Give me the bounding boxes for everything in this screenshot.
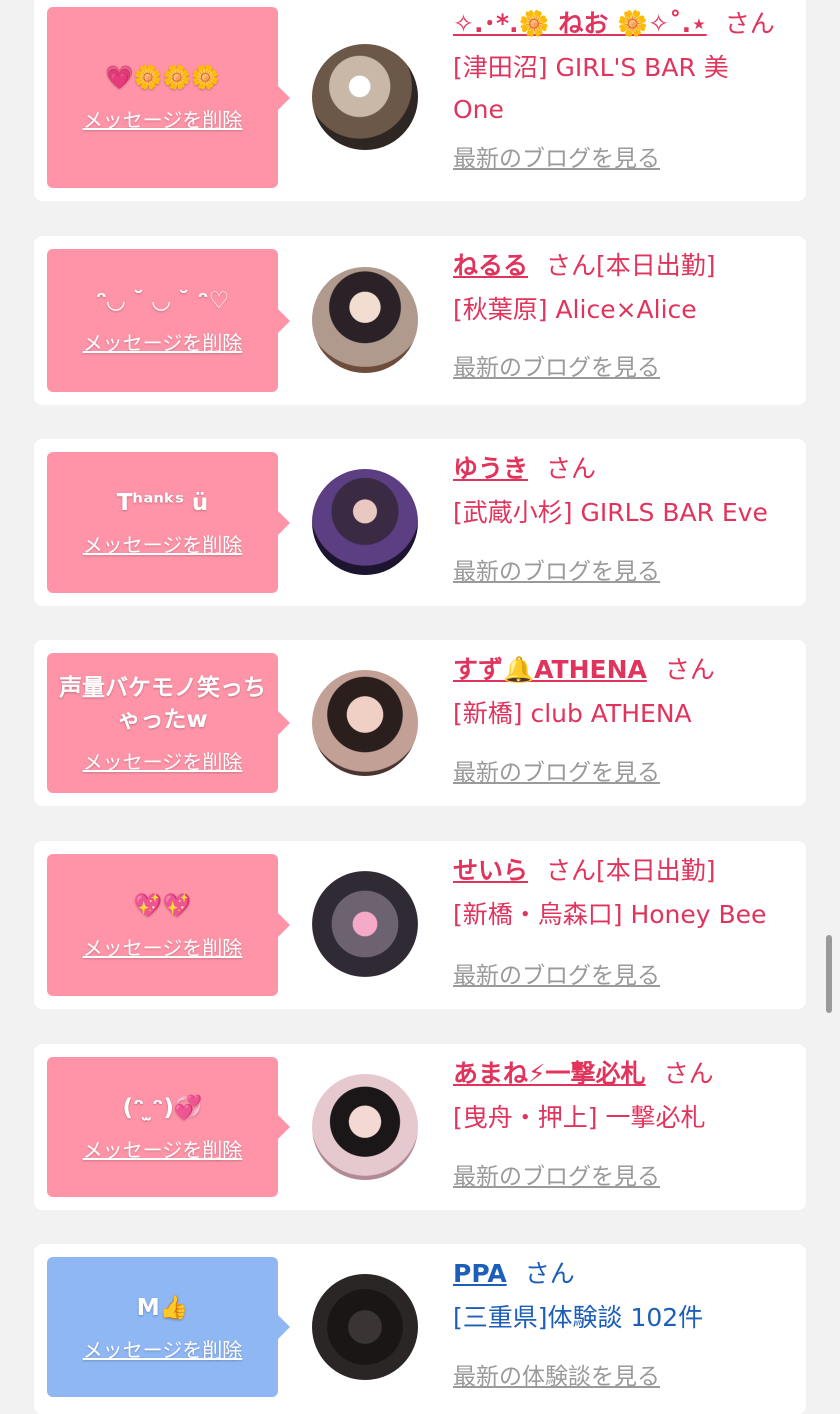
message-card: M👍 メッセージを削除 PPA さん [三重県]体験談 102件最新の体験談を見る bbox=[34, 1244, 806, 1414]
honorific-suffix: さん bbox=[663, 1059, 714, 1088]
message-text: Tʰᵃⁿᵏˢ ü bbox=[116, 490, 209, 516]
profile-name-link[interactable]: ねるる bbox=[453, 251, 528, 280]
attendance-status: [本日出勤] bbox=[596, 251, 716, 280]
avatar[interactable] bbox=[312, 670, 418, 776]
message-text: ᵔ◡ ˘ ◡ ˘ ᵔ♡ bbox=[95, 288, 230, 314]
shop-name: [武蔵小杉] GIRLS BAR Eve bbox=[453, 498, 768, 527]
name-row: ゆうき さん bbox=[453, 452, 798, 486]
delete-message-link[interactable]: メッセージを削除 bbox=[83, 104, 243, 133]
avatar-photo bbox=[312, 469, 418, 575]
name-row: あまね⚡一撃必札 さん bbox=[453, 1057, 798, 1091]
message-card: 声量バケモノ笑っちゃったw メッセージを削除 すず🔔ATHENA さん [新橋] clu… bbox=[34, 640, 806, 806]
name-row: せいら さん[本日出勤] bbox=[453, 854, 798, 888]
name-row: PPA さん bbox=[453, 1257, 798, 1291]
name-row: すず🔔ATHENA さん bbox=[453, 653, 798, 687]
honorific-suffix: さん bbox=[664, 655, 715, 684]
profile-info: せいら さん[本日出勤] [新橋・烏森口] Honey Bee 最新のブログを見る bbox=[453, 854, 798, 1002]
delete-message-link[interactable]: メッセージを削除 bbox=[83, 746, 243, 775]
message-bubble: 💗🌼🌼🌼 メッセージを削除 bbox=[47, 7, 290, 188]
message-text: 💗🌼🌼🌼 bbox=[105, 65, 220, 91]
delete-message-link[interactable]: メッセージを削除 bbox=[83, 1334, 243, 1363]
message-card: Tʰᵃⁿᵏˢ ü メッセージを削除 ゆうき さん [武蔵小杉] GIRLS BAR Ev… bbox=[34, 439, 806, 606]
shop-name: [秋葉原] Alice×Alice bbox=[453, 295, 697, 324]
profile-name-link[interactable]: ゆうき bbox=[453, 454, 528, 483]
message-bubble: Tʰᵃⁿᵏˢ ü メッセージを削除 bbox=[47, 452, 290, 593]
message-card: (ᵔ ̫ᵔ)💞 メッセージを削除 あまね⚡一撃必札 さん [曳舟・押上] 一撃必札最新の… bbox=[34, 1044, 806, 1210]
message-bubble: 声量バケモノ笑っちゃったw メッセージを削除 bbox=[47, 653, 290, 793]
message-bubble: ᵔ◡ ˘ ◡ ˘ ᵔ♡ メッセージを削除 bbox=[47, 249, 290, 392]
shop-name: [新橋] club ATHENA bbox=[453, 699, 692, 728]
profile-info: あまね⚡一撃必札 さん [曳舟・押上] 一撃必札最新のブログを見る bbox=[453, 1057, 798, 1203]
latest-blog-link[interactable]: 最新のブログを見る bbox=[453, 348, 660, 382]
message-bubble: (ᵔ ̫ᵔ)💞 メッセージを削除 bbox=[47, 1057, 290, 1197]
avatar-photo bbox=[312, 1274, 418, 1380]
delete-message-link[interactable]: メッセージを削除 bbox=[83, 529, 243, 558]
message-text: M👍 bbox=[136, 1294, 189, 1321]
shop-name: [津田沼] GIRL'S BAR 美One bbox=[453, 53, 729, 124]
profile-info: すず🔔ATHENA さん [新橋] club ATHENA 最新のブログを見る bbox=[453, 653, 798, 799]
profile-name-link[interactable]: ✧.･*.🌼 ねお 🌼✧˚.⋆ bbox=[453, 9, 707, 38]
avatar[interactable] bbox=[312, 469, 418, 575]
honorific-suffix: さん bbox=[546, 454, 597, 483]
message-card: 💗🌼🌼🌼 メッセージを削除 ✧.･*.🌼 ねお 🌼✧˚.⋆ さん [津田沼] GIRL'… bbox=[34, 0, 806, 201]
delete-message-link[interactable]: メッセージを削除 bbox=[83, 1134, 243, 1163]
avatar-photo bbox=[312, 871, 418, 977]
shop-name: [曳舟・押上] 一撃必札 bbox=[453, 1103, 706, 1132]
profile-info: ねるる さん[本日出勤] [秋葉原] Alice×Alice 最新のブログを見る bbox=[453, 249, 798, 398]
latest-blog-link[interactable]: 最新のブログを見る bbox=[453, 956, 660, 990]
honorific-suffix: さん bbox=[546, 251, 597, 280]
avatar[interactable] bbox=[312, 1274, 418, 1380]
profile-name-link[interactable]: せいら bbox=[453, 856, 528, 885]
message-bubble: 💖💖 メッセージを削除 bbox=[47, 854, 290, 996]
scrollbar[interactable] bbox=[826, 935, 832, 1013]
latest-blog-link[interactable]: 最新のブログを見る bbox=[453, 552, 660, 586]
shop-name: [三重県]体験談 102件 bbox=[453, 1303, 704, 1332]
message-bubble: M👍 メッセージを削除 bbox=[47, 1257, 290, 1397]
avatar[interactable] bbox=[312, 1074, 418, 1180]
honorific-suffix: さん bbox=[524, 1259, 575, 1288]
avatar[interactable] bbox=[312, 871, 418, 977]
avatar-photo bbox=[312, 44, 418, 150]
avatar[interactable] bbox=[312, 267, 418, 373]
attendance-status: [本日出勤] bbox=[596, 856, 716, 885]
message-text: 💖💖 bbox=[133, 892, 192, 919]
profile-name-link[interactable]: すず🔔ATHENA bbox=[453, 655, 647, 684]
profile-info: ゆうき さん [武蔵小杉] GIRLS BAR Eve 最新のブログを見る bbox=[453, 452, 798, 599]
latest-blog-link[interactable]: 最新の体験談を見る bbox=[453, 1357, 660, 1391]
avatar-photo bbox=[312, 1074, 418, 1180]
message-card: ᵔ◡ ˘ ◡ ˘ ᵔ♡ メッセージを削除 ねるる さん[本日出勤] [秋葉原] Alic… bbox=[34, 236, 806, 405]
honorific-suffix: さん bbox=[724, 9, 775, 38]
message-text: (ᵔ ̫ᵔ)💞 bbox=[122, 1094, 203, 1121]
message-text: 声量バケモノ笑っちゃったw bbox=[59, 674, 266, 733]
delete-message-link[interactable]: メッセージを削除 bbox=[83, 932, 243, 961]
profile-name-link[interactable]: あまね⚡一撃必札 bbox=[453, 1059, 646, 1088]
name-row: ✧.･*.🌼 ねお 🌼✧˚.⋆ さん bbox=[453, 7, 798, 41]
name-row: ねるる さん[本日出勤] bbox=[453, 249, 798, 283]
avatar[interactable] bbox=[312, 44, 418, 150]
profile-name-link[interactable]: PPA bbox=[453, 1259, 507, 1288]
honorific-suffix: さん bbox=[546, 856, 597, 885]
latest-blog-link[interactable]: 最新のブログを見る bbox=[453, 1157, 660, 1191]
profile-info: ✧.･*.🌼 ねお 🌼✧˚.⋆ さん [津田沼] GIRL'S BAR 美One 最新… bbox=[453, 7, 798, 198]
avatar-photo bbox=[312, 267, 418, 373]
profile-info: PPA さん [三重県]体験談 102件最新の体験談を見る bbox=[453, 1257, 798, 1407]
shop-name: [新橋・烏森口] Honey Bee bbox=[453, 900, 767, 929]
message-card: 💖💖 メッセージを削除 せいら さん[本日出勤] [新橋・烏森口] Honey Bee 最… bbox=[34, 841, 806, 1009]
latest-blog-link[interactable]: 最新のブログを見る bbox=[453, 139, 660, 173]
delete-message-link[interactable]: メッセージを削除 bbox=[83, 327, 243, 356]
avatar-photo bbox=[312, 670, 418, 776]
latest-blog-link[interactable]: 最新のブログを見る bbox=[453, 753, 660, 787]
